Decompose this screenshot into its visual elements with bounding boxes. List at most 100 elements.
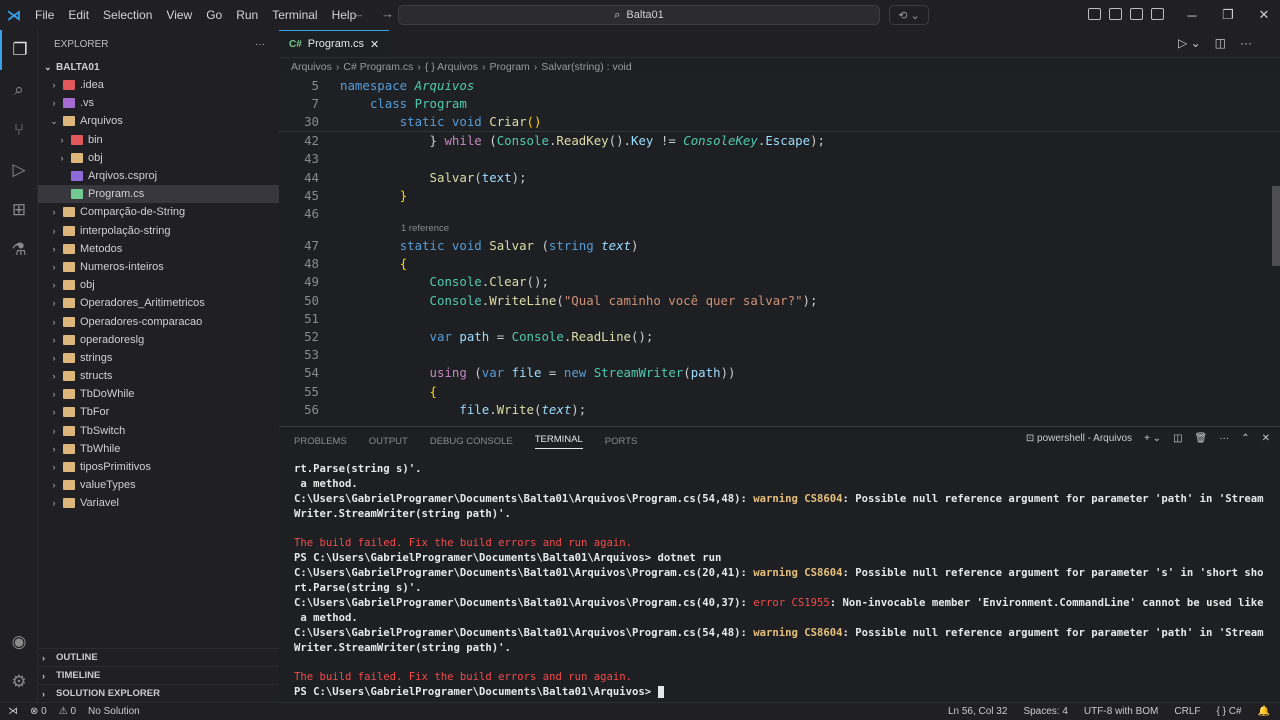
panel-tab-debug-console[interactable]: DEBUG CONSOLE xyxy=(430,436,513,447)
section-timeline[interactable]: › TIMELINE xyxy=(38,666,279,684)
chevron-right-icon: › xyxy=(60,152,64,163)
new-terminal-icon[interactable]: + ⌄ xyxy=(1144,433,1161,444)
tree-item[interactable]: › TbSwitch xyxy=(38,422,279,440)
explorer-icon[interactable]: ❐ xyxy=(0,30,38,70)
manage-gear-icon[interactable]: ⚙ xyxy=(0,662,38,702)
tree-item[interactable]: › Metodos xyxy=(38,240,279,258)
tree-item[interactable]: › obj xyxy=(38,276,279,294)
menu-item-edit[interactable]: Edit xyxy=(61,8,96,22)
end-of-line[interactable]: CRLF xyxy=(1174,706,1200,717)
notifications-icon[interactable]: 🔔 xyxy=(1258,706,1270,717)
workspace-root[interactable]: ⌄ BALTA01 xyxy=(38,58,279,76)
tree-item[interactable]: › Numeros-inteiros xyxy=(38,258,279,276)
tree-item[interactable]: Arqivos.csproj xyxy=(38,167,279,185)
tree-item[interactable]: › .vs xyxy=(38,94,279,112)
breadcrumb-item[interactable]: Program xyxy=(490,61,530,73)
kill-terminal-icon[interactable]: 🗑 xyxy=(1195,433,1208,444)
tree-item-label: valueTypes xyxy=(80,479,136,492)
tree-item[interactable]: › tiposPrimitivos xyxy=(38,458,279,476)
restore-icon[interactable]: ❐ xyxy=(1210,0,1246,30)
menu-item-view[interactable]: View xyxy=(159,8,199,22)
section-outline[interactable]: › OUTLINE xyxy=(38,648,279,666)
solution-status[interactable]: No Solution xyxy=(88,706,140,717)
tree-item[interactable]: Program.cs xyxy=(38,185,279,204)
breadcrumb-item[interactable]: Arquivos xyxy=(291,61,332,73)
split-terminal-icon[interactable]: ◫ xyxy=(1173,433,1182,444)
panel-more-icon[interactable]: ··· xyxy=(1219,433,1229,444)
encoding[interactable]: UTF-8 with BOM xyxy=(1084,706,1158,717)
menu-item-terminal[interactable]: Terminal xyxy=(265,8,324,22)
tree-item[interactable]: › TbDoWhile xyxy=(38,385,279,403)
breadcrumb-item[interactable]: Salvar(string) : void xyxy=(541,61,631,73)
tree-item[interactable]: › bin xyxy=(38,131,279,149)
extensions-icon[interactable]: ⊞ xyxy=(0,190,38,230)
terminal-shell-label[interactable]: ⊡ powershell - Arquivos xyxy=(1026,433,1132,444)
section-solution-explorer[interactable]: › SOLUTION EXPLORER xyxy=(38,684,279,702)
command-center-search[interactable]: ⌕ Balta01 xyxy=(398,5,880,25)
more-actions-icon[interactable]: ··· xyxy=(255,39,265,50)
line-number: 48 xyxy=(304,256,319,272)
back-arrow-icon[interactable]: ← xyxy=(352,6,365,21)
editor-more-icon[interactable]: ··· xyxy=(1240,36,1252,50)
folder-icon xyxy=(63,116,75,127)
panel-tab-terminal[interactable]: TERMINAL xyxy=(534,434,583,449)
minimize-icon[interactable]: ─ xyxy=(1174,0,1210,30)
close-window-icon[interactable]: ✕ xyxy=(1246,0,1280,30)
testing-icon[interactable]: ⚗ xyxy=(0,230,38,270)
tree-item[interactable]: › Comparção-de-String xyxy=(38,203,279,221)
panel-tab-ports[interactable]: PORTS xyxy=(605,436,638,447)
warnings-count[interactable]: ⚠ 0 xyxy=(59,706,76,717)
tree-item[interactable]: › Operadores_Aritimetricos xyxy=(38,294,279,312)
panel-tab-problems[interactable]: PROBLEMS xyxy=(294,436,347,447)
toggle-panel-icon[interactable] xyxy=(1130,8,1143,20)
customize-layout-icon[interactable] xyxy=(1088,8,1101,20)
editor-scrollbar[interactable] xyxy=(1272,186,1280,266)
code-lens-references[interactable]: 1 reference xyxy=(279,223,1280,237)
tree-item[interactable]: › operadoreslg xyxy=(38,331,279,349)
maximize-panel-icon[interactable]: ⌃ xyxy=(1241,433,1249,444)
split-editor-icon[interactable]: ◫ xyxy=(1215,36,1226,50)
menu-item-file[interactable]: File xyxy=(28,8,61,22)
line-text: static void Salvar (string text) xyxy=(399,238,639,254)
source-control-icon[interactable]: ⑂ xyxy=(0,110,38,150)
tab-program-cs[interactable]: C# Program.cs ✕ xyxy=(279,30,390,57)
tree-item[interactable]: ⌄ Arquivos xyxy=(38,112,279,130)
line-number: 42 xyxy=(304,133,319,149)
line-number: 55 xyxy=(304,383,319,399)
breadcrumb-item[interactable]: C# Program.cs xyxy=(343,61,413,73)
chevron-right-icon: › xyxy=(42,652,45,663)
line-number: 43 xyxy=(304,151,319,167)
tree-item[interactable]: › strings xyxy=(38,349,279,367)
cursor-position[interactable]: Ln 56, Col 32 xyxy=(948,706,1008,717)
indentation[interactable]: Spaces: 4 xyxy=(1023,706,1067,717)
panel-tab-output[interactable]: OUTPUT xyxy=(369,436,408,447)
account-icon[interactable]: ◉ xyxy=(0,622,38,662)
menu-item-selection[interactable]: Selection xyxy=(96,8,159,22)
run-icon[interactable]: ▷ ⌄ xyxy=(1178,36,1201,50)
close-panel-icon[interactable]: ✕ xyxy=(1262,433,1270,444)
language-mode[interactable]: { } C# xyxy=(1217,706,1242,717)
tree-item[interactable]: › TbWhile xyxy=(38,440,279,458)
menu-item-go[interactable]: Go xyxy=(199,8,229,22)
forward-arrow-icon[interactable]: → xyxy=(381,6,394,21)
toggle-sidebar-icon[interactable] xyxy=(1109,8,1122,20)
breadcrumb-item[interactable]: { } Arquivos xyxy=(425,61,478,73)
search-view-icon[interactable]: ⌕ xyxy=(0,70,38,110)
toggle-secondary-sidebar-icon[interactable] xyxy=(1151,8,1164,20)
menu-item-run[interactable]: Run xyxy=(229,8,265,22)
tree-item[interactable]: › obj xyxy=(38,149,279,167)
tree-item[interactable]: › structs xyxy=(38,367,279,385)
run-debug-icon[interactable]: ▷ xyxy=(0,150,38,190)
tree-item[interactable]: › TbFor xyxy=(38,403,279,421)
tree-item[interactable]: › interpolação-string xyxy=(38,222,279,240)
terminal-output[interactable]: rt.Parse(string s)'. a method. C:\Users\G… xyxy=(294,462,1274,700)
copilot-button[interactable]: ⟲ ⌄ xyxy=(889,5,929,25)
errors-count[interactable]: ⊗ 0 xyxy=(30,706,47,717)
code-view[interactable]: 5 namespace Arquivos 7 class Program 30 sta… xyxy=(279,76,1280,418)
tree-item[interactable]: › Variavel xyxy=(38,494,279,512)
tree-item[interactable]: › Operadores-comparacao xyxy=(38,312,279,330)
tree-item[interactable]: › valueTypes xyxy=(38,476,279,494)
close-tab-icon[interactable]: ✕ xyxy=(370,38,379,51)
tree-item[interactable]: › .idea xyxy=(38,76,279,94)
remote-icon[interactable]: ⋊ xyxy=(8,706,18,717)
